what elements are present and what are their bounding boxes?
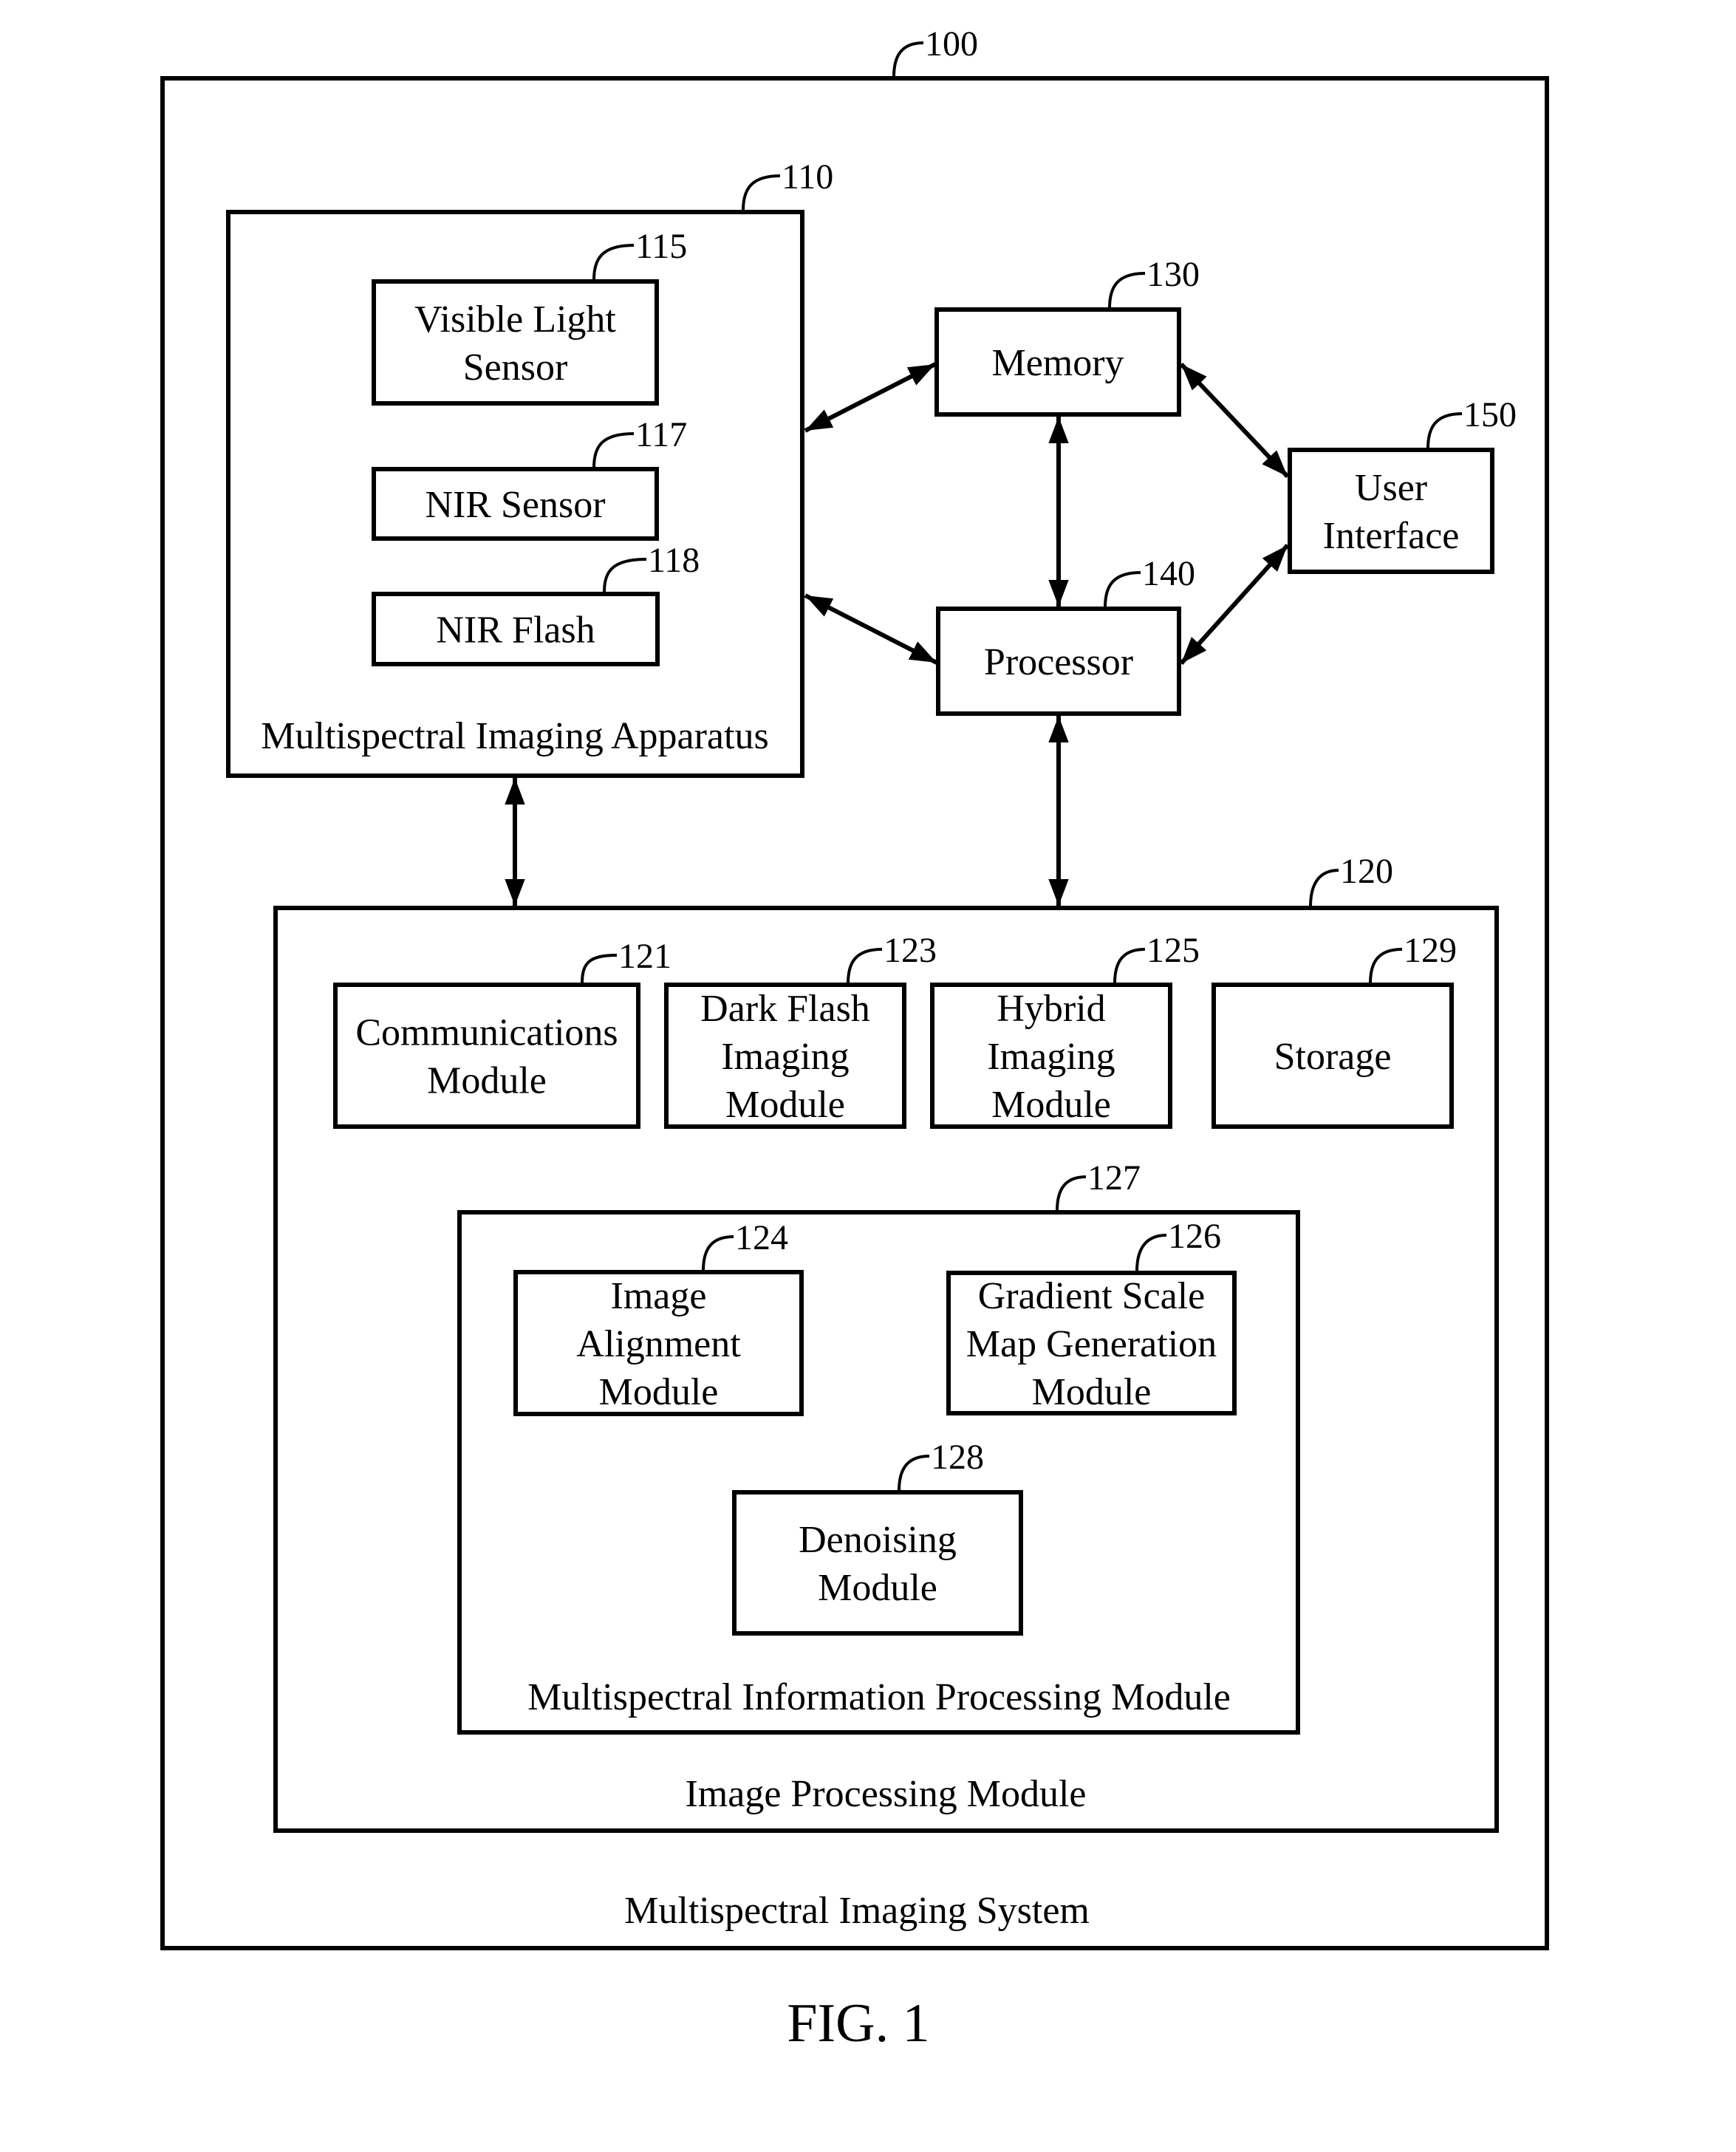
gradient-scale-map-generation-module-label-line: Module [1032, 1371, 1152, 1413]
nir-sensor-block: NIR Sensor [372, 467, 659, 541]
user-interface-label-line: Interface [1323, 515, 1460, 557]
memory-block: Memory [934, 307, 1181, 417]
reference-number: 130 [1146, 255, 1200, 294]
reference-number: 140 [1142, 554, 1195, 593]
dark-flash-imaging-module-label-line: Dark Flash [700, 988, 870, 1030]
gradient-scale-map-generation-module-label-line: Gradient Scale [978, 1275, 1206, 1317]
nir-flash-label-line: NIR Flash [436, 609, 595, 652]
communications-module-block: Communications Module [333, 983, 640, 1129]
reference-number: 110 [782, 157, 833, 197]
reference-number: 128 [931, 1438, 984, 1477]
hybrid-imaging-module-label-line: Module [991, 1084, 1111, 1126]
storage-block: Storage [1212, 983, 1454, 1129]
reference-number: 150 [1463, 395, 1517, 434]
user-interface-label-line: User [1355, 467, 1427, 509]
communications-module-box [333, 983, 640, 1129]
reference-number: 117 [635, 415, 687, 454]
reference-number: 121 [618, 937, 671, 976]
gradient-scale-map-generation-module-label-line: Map Generation [966, 1323, 1217, 1365]
apparatus-label: Multispectral Imaging Apparatus [261, 715, 768, 757]
memory-label-line: Memory [991, 342, 1124, 384]
dark-flash-imaging-module-label-line: Imaging [721, 1036, 849, 1078]
hybrid-imaging-module-block: Hybrid Imaging Module [930, 983, 1172, 1129]
system-label: Multispectral Imaging System [624, 1890, 1090, 1932]
reference-number: 124 [735, 1218, 788, 1257]
hybrid-imaging-module-label-line: Hybrid [997, 988, 1105, 1030]
reference-number: 126 [1168, 1217, 1221, 1256]
gradient-scale-map-generation-module-block: Gradient Scale Map Generation Module [946, 1271, 1237, 1415]
visible-light-sensor-label-line: Visible Light [414, 298, 616, 341]
reference-number: 118 [648, 541, 700, 580]
storage-label-line: Storage [1274, 1036, 1392, 1078]
processor-block: Processor [936, 607, 1181, 716]
image-alignment-module-label-line: Alignment [576, 1323, 741, 1365]
info-processing-label: Multispectral Information Processing Mod… [527, 1676, 1231, 1718]
image-alignment-module-label-line: Image [611, 1275, 707, 1317]
denoising-module-box [732, 1490, 1023, 1636]
processor-label-line: Processor [984, 641, 1133, 683]
leader-line [892, 41, 924, 78]
nir-flash-block: NIR Flash [372, 592, 660, 666]
reference-number: 129 [1404, 931, 1457, 970]
denoising-module-label-line: Module [818, 1567, 937, 1609]
dark-flash-imaging-module-block: Dark Flash Imaging Module [664, 983, 906, 1129]
denoising-module-block: Denoising Module [732, 1490, 1023, 1636]
nir-sensor-label-line: NIR Sensor [425, 484, 605, 526]
visible-light-sensor-label-line: Sensor [463, 346, 568, 389]
visible-light-sensor-block: Visible Light Sensor [372, 279, 659, 406]
reference-number: 100 [925, 24, 978, 64]
figure-caption: FIG. 1 [787, 1993, 929, 2054]
communications-module-label-line: Module [427, 1060, 547, 1102]
reference-number: 127 [1087, 1158, 1141, 1198]
dark-flash-imaging-module-label-line: Module [725, 1084, 845, 1126]
image-processing-label: Image Processing Module [685, 1773, 1086, 1815]
communications-module-label-line: Communications [355, 1012, 618, 1054]
image-alignment-module-block: Image Alignment Module [513, 1270, 804, 1416]
hybrid-imaging-module-label-line: Imaging [987, 1036, 1115, 1078]
reference-number: 120 [1340, 852, 1393, 891]
image-alignment-module-label-line: Module [599, 1371, 719, 1413]
block-diagram: Multispectral Imaging System Multispectr… [160, 24, 1549, 2054]
denoising-module-label-line: Denoising [799, 1519, 957, 1561]
reference-number: 115 [635, 227, 687, 266]
user-interface-block: User Interface [1288, 448, 1494, 574]
reference-number: 125 [1146, 931, 1200, 970]
reference-numeral: 100 [892, 24, 978, 78]
reference-number: 123 [884, 931, 937, 970]
